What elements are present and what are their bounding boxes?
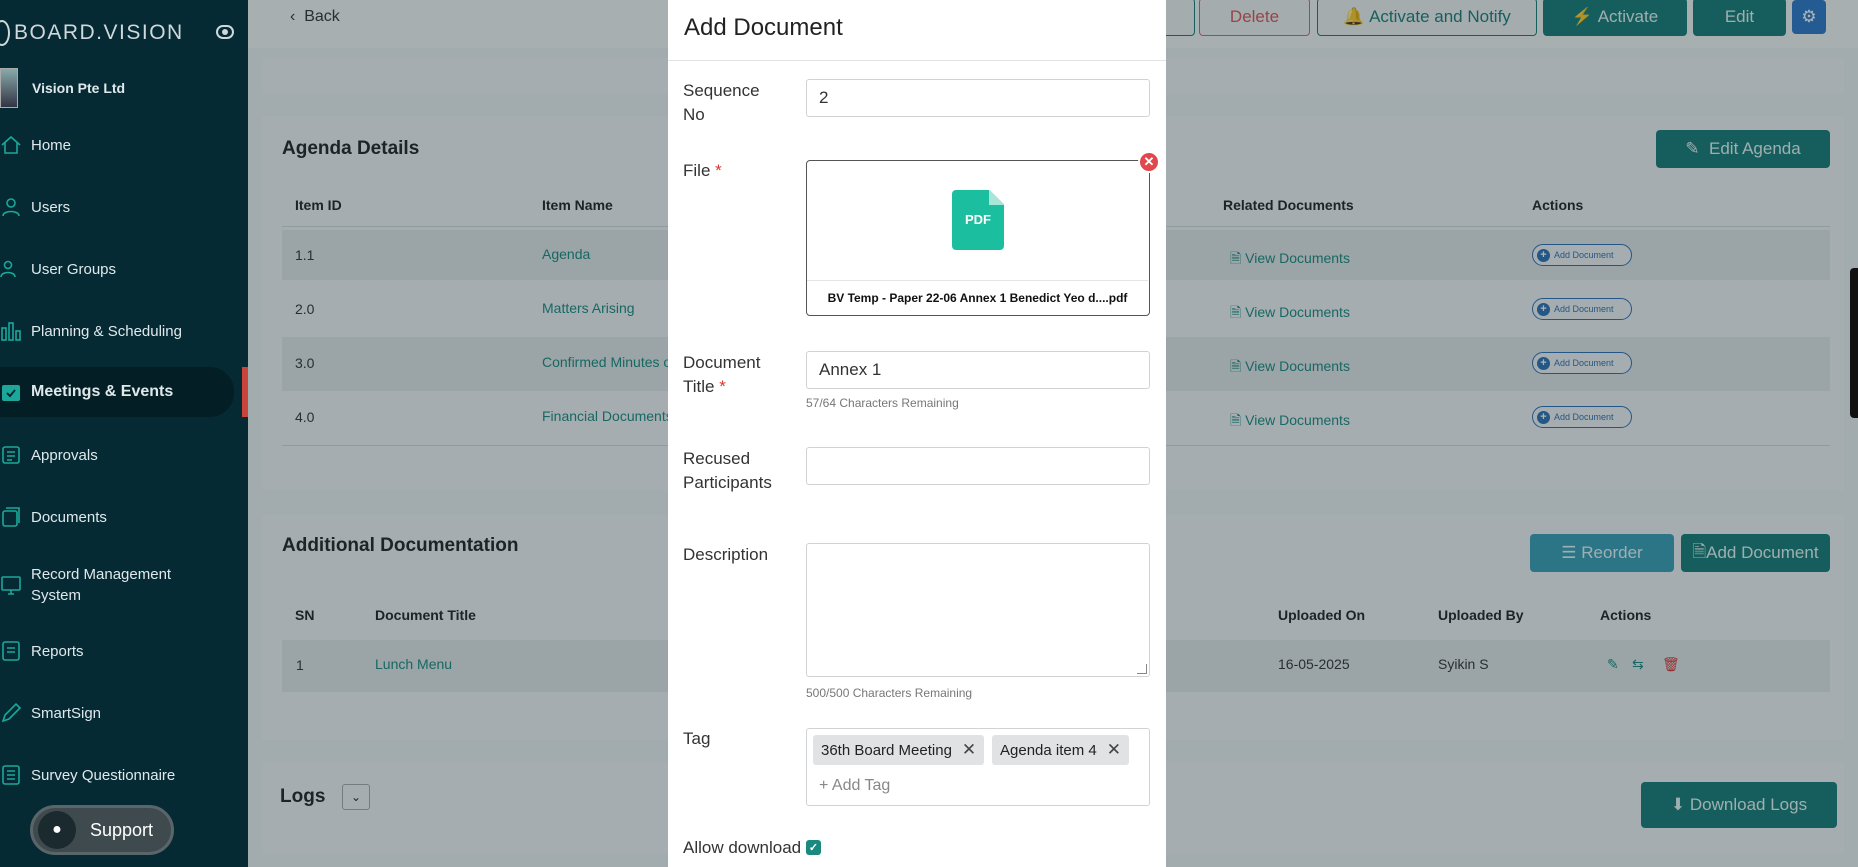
recused-label-line: Recused bbox=[683, 449, 751, 468]
app-logo[interactable]: BOARD.VISION bbox=[0, 18, 248, 48]
survey-icon bbox=[0, 764, 22, 786]
document-title-value: Annex 1 bbox=[819, 360, 882, 379]
description-hint: 500/500 Characters Remaining bbox=[806, 686, 973, 700]
tag-input[interactable]: 36th Board Meeting ✕ Agenda item 4 ✕ + Add… bbox=[806, 728, 1150, 806]
sidebar-item-approvals[interactable]: Approvals bbox=[0, 442, 248, 468]
add-tag-placeholder[interactable]: + Add Tag bbox=[819, 777, 890, 795]
sidebar: BOARD.VISION Vision Pte Ltd Home Users U… bbox=[0, 0, 248, 867]
sidebar-item-label: Approvals bbox=[31, 446, 98, 464]
sidebar-item-label: Documents bbox=[31, 508, 107, 526]
sidebar-item-records[interactable]: Record Management System bbox=[0, 563, 248, 607]
description-textarea[interactable] bbox=[806, 543, 1150, 677]
page-fold bbox=[989, 190, 1004, 205]
description-label: Description bbox=[683, 545, 769, 564]
pdf-file-icon: PDF bbox=[952, 190, 1004, 250]
company-logo bbox=[0, 68, 18, 108]
allow-download-checkbox[interactable]: ✓ bbox=[806, 840, 821, 855]
remove-tag-close-icon[interactable]: ✕ bbox=[962, 740, 976, 760]
doc-title-label-line: Document bbox=[683, 353, 761, 372]
file-divider bbox=[807, 280, 1148, 281]
sidebar-item-label: Planning & Scheduling bbox=[31, 322, 182, 340]
document-title-label: Document Title * bbox=[683, 351, 760, 399]
required-mark: * bbox=[715, 161, 722, 180]
sidebar-item-planning[interactable]: Planning & Scheduling bbox=[0, 318, 248, 344]
report-icon bbox=[0, 640, 22, 662]
sidebar-item-label: SmartSign bbox=[31, 704, 102, 722]
remove-file-close-icon[interactable]: ✕ bbox=[1138, 151, 1160, 173]
sidebar-item-label: Meetings & Events bbox=[31, 383, 174, 400]
sidebar-item-meetings[interactable]: Meetings & Events bbox=[0, 367, 234, 417]
logo-mark-icon bbox=[0, 20, 10, 46]
company-switcher[interactable]: Vision Pte Ltd bbox=[0, 68, 248, 108]
recused-label-line: Participants bbox=[683, 473, 772, 492]
chat-icon: ● bbox=[38, 811, 76, 849]
sidebar-item-label: Reports bbox=[31, 642, 84, 660]
tag-chip: 36th Board Meeting ✕ bbox=[813, 735, 985, 765]
file-upload-preview[interactable]: PDF BV Temp - Paper 22-06 Annex 1 Benedi… bbox=[806, 160, 1150, 316]
sidebar-item-users[interactable]: Users bbox=[0, 194, 248, 220]
sidebar-item-smartsign[interactable]: SmartSign bbox=[0, 700, 248, 726]
sequence-label-line: Sequence bbox=[683, 81, 760, 100]
sequence-label: Sequence No bbox=[683, 79, 760, 127]
tag-chip-label: 36th Board Meeting bbox=[821, 741, 952, 759]
remove-tag-close-icon[interactable]: ✕ bbox=[1107, 740, 1121, 760]
sidebar-item-label: User Groups bbox=[31, 260, 117, 278]
sidebar-item-home[interactable]: Home bbox=[0, 132, 248, 158]
support-button[interactable]: ● Support bbox=[30, 805, 174, 855]
records-icon bbox=[0, 574, 22, 596]
document-title-hint: 57/64 Characters Remaining bbox=[806, 396, 959, 410]
file-label-text: File bbox=[683, 161, 711, 180]
eye-icon[interactable] bbox=[216, 25, 234, 39]
pen-icon bbox=[0, 702, 22, 724]
side-panel-handle[interactable] bbox=[1850, 268, 1858, 418]
sequence-label-line: No bbox=[683, 105, 705, 124]
users-icon bbox=[0, 258, 22, 280]
approval-icon bbox=[0, 444, 22, 466]
sidebar-item-survey[interactable]: Survey Questionnaire bbox=[0, 762, 248, 788]
tag-chip: Agenda item 4 ✕ bbox=[992, 735, 1129, 765]
recused-participants-input[interactable] bbox=[806, 447, 1150, 485]
sidebar-item-label: Users bbox=[31, 198, 71, 216]
chart-icon bbox=[0, 320, 22, 342]
required-mark: * bbox=[719, 377, 726, 396]
allow-download-label: Allow download bbox=[683, 838, 802, 857]
company-name: Vision Pte Ltd bbox=[32, 80, 126, 96]
recused-label: Recused Participants bbox=[683, 447, 772, 495]
sidebar-item-user-groups[interactable]: User Groups bbox=[0, 256, 248, 282]
sidebar-item-label: Survey Questionnaire bbox=[31, 766, 176, 784]
sidebar-item-label: Home bbox=[31, 136, 72, 154]
modal-header: Add Document bbox=[668, 0, 1166, 61]
brand-name: BOARD.VISION bbox=[14, 21, 184, 44]
modal-title: Add Document bbox=[684, 14, 843, 41]
tag-chip-label: Agenda item 4 bbox=[1000, 741, 1097, 759]
support-label: Support bbox=[90, 819, 154, 840]
sidebar-item-documents[interactable]: Documents bbox=[0, 504, 248, 530]
sequence-value: 2 bbox=[819, 88, 829, 107]
documents-icon bbox=[0, 506, 22, 528]
pdf-icon-text: PDF bbox=[965, 212, 991, 227]
file-label: File * bbox=[683, 159, 722, 183]
user-icon bbox=[0, 196, 22, 218]
sidebar-item-reports[interactable]: Reports bbox=[0, 638, 248, 664]
home-icon bbox=[0, 134, 22, 156]
calendar-icon bbox=[0, 381, 22, 403]
resize-handle-icon[interactable] bbox=[1137, 664, 1147, 674]
sequence-input[interactable]: 2 bbox=[806, 79, 1150, 117]
document-title-input[interactable]: Annex 1 bbox=[806, 351, 1150, 389]
doc-title-label-line: Title bbox=[683, 377, 715, 396]
add-document-modal: Add Document Sequence No 2 File * PDF BV… bbox=[668, 0, 1166, 867]
sidebar-item-label: Record Management System bbox=[31, 566, 172, 604]
tag-label: Tag bbox=[683, 729, 711, 748]
file-name: BV Temp - Paper 22-06 Annex 1 Benedict Y… bbox=[827, 291, 1128, 305]
